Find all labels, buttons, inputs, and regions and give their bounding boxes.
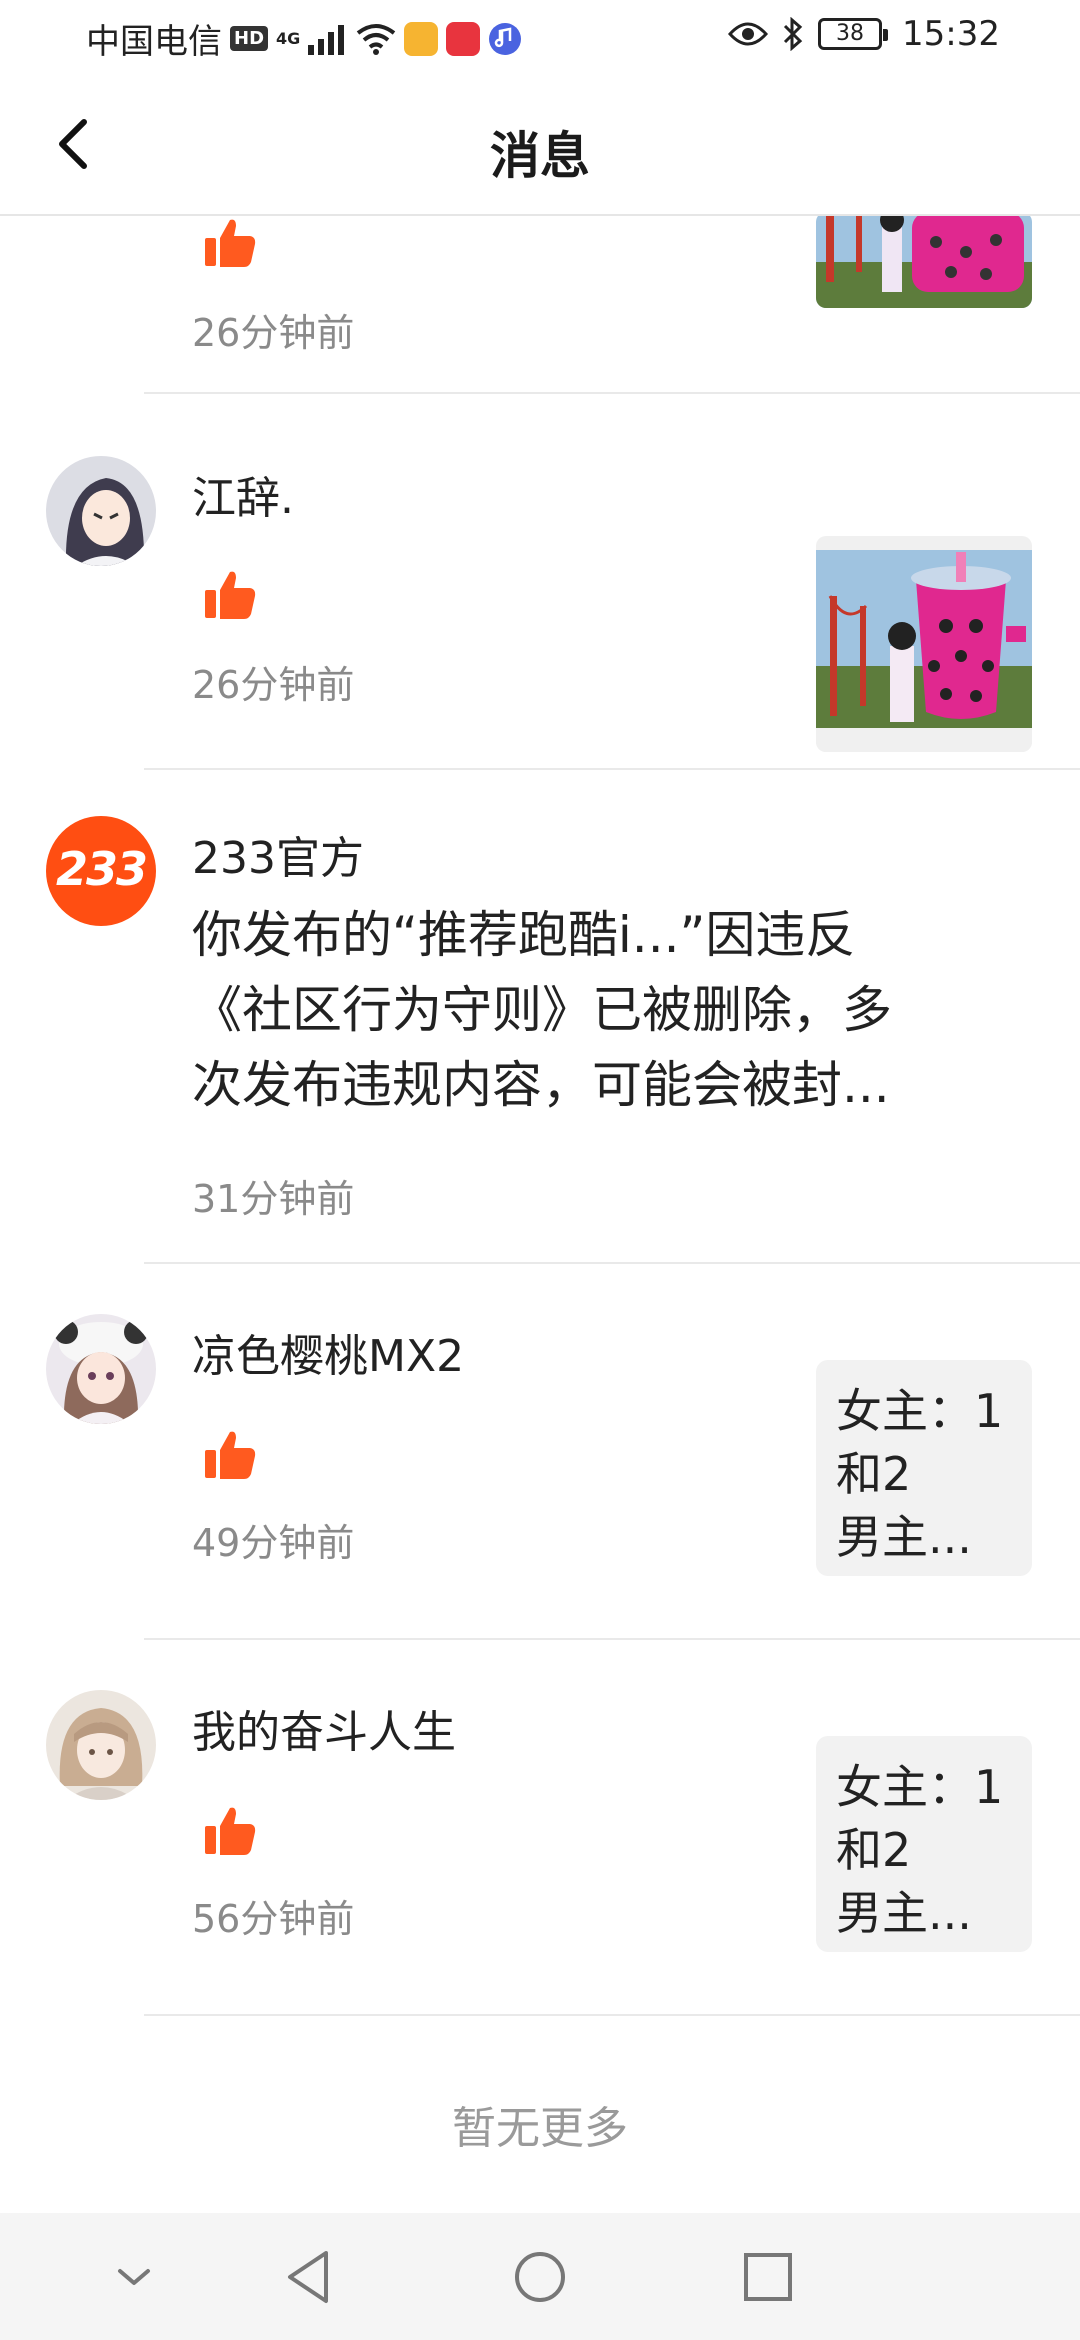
post-thumbnail[interactable] [816,536,1032,752]
avatar[interactable] [46,1690,156,1800]
page-title: 消息 [490,127,590,185]
app-icon-orange [404,21,439,56]
post-thumbnail[interactable] [816,216,1032,308]
sender-name: 233官方 [192,833,364,884]
status-left: 中国电信 HD 4G [86,14,522,63]
message-line: 次发布违规内容，可能会被封... [192,1056,890,1114]
post-preview-card[interactable]: 女主：1 和2 男主... [816,1736,1032,1952]
message-body: 你发布的“推荐跑酷i...”因违反 《社区行为守则》已被删除，多 次发布违规内容… [192,898,1022,1123]
list-item[interactable]: 233 233官方 你发布的“推荐跑酷i...”因违反 《社区行为守则》已被删除… [0,770,1080,1264]
no-more-label: 暂无更多 [452,2103,628,2154]
message-time: 49分钟前 [192,1521,355,1565]
divider [144,2014,1080,2016]
app-icon-huawei [446,21,481,56]
system-nav-bar [0,2213,1080,2340]
hd-badge: HD [230,26,269,51]
message-time: 56分钟前 [192,1897,355,1941]
post-preview-card[interactable]: 女主：1 和2 男主... [816,1360,1032,1576]
battery-icon: 38 [818,18,889,50]
signal-icon [308,24,345,55]
home-circle-icon[interactable] [506,2243,574,2311]
message-time: 26分钟前 [192,311,355,355]
official-avatar-text: 233 [55,842,148,896]
official-avatar[interactable]: 233 [46,816,156,926]
status-right: 38 15:32 [728,14,1000,54]
message-list[interactable]: 26分钟前 江辞. 26分钟前 233 233官方 你发布的“推荐跑酷i...”… [0,216,1080,2213]
thumbs-up-icon [205,1807,256,1855]
list-item[interactable]: 江辞. 26分钟前 [0,394,1080,770]
thumbs-up-icon [205,219,256,267]
card-line: 男主... [836,1886,972,1940]
sender-name: 江辞. [192,473,294,524]
list-item[interactable]: 凉色樱桃MX2 49分钟前 女主：1 和2 男主... [0,1264,1080,1640]
message-line: 你发布的“推荐跑酷i...”因违反 [192,906,856,964]
carrier-label: 中国电信 [86,22,222,62]
eye-icon [728,22,769,46]
status-bar: 中国电信 HD 4G 38 15:32 [0,0,1080,72]
card-line: 和2 [836,1823,912,1877]
wifi-icon [357,23,396,55]
collapse-icon[interactable] [100,2243,168,2311]
thumbs-up-icon [205,571,256,619]
bluetooth-icon [783,17,803,51]
list-item[interactable]: 我的奋斗人生 56分钟前 女主：1 和2 男主... [0,1640,1080,2016]
card-line: 和2 [836,1447,912,1501]
sender-name: 我的奋斗人生 [192,1707,456,1758]
message-time: 26分钟前 [192,663,355,707]
card-line: 女主：1 [836,1760,1004,1814]
message-line: 《社区行为守则》已被删除，多 [192,981,892,1039]
avatar[interactable] [46,1314,156,1424]
recents-square-icon[interactable] [734,2243,802,2311]
card-line: 男主... [836,1510,972,1564]
avatar[interactable] [46,456,156,566]
back-triangle-icon[interactable] [276,2243,344,2311]
card-line: 女主：1 [836,1384,1004,1438]
thumbs-up-icon [205,1431,256,1479]
music-icon [489,22,522,55]
sender-name: 凉色樱桃MX2 [192,1331,465,1382]
message-time: 31分钟前 [192,1177,355,1221]
list-item[interactable]: 26分钟前 [0,216,1080,394]
clock: 15:32 [902,14,1000,54]
top-bar: 消息 [0,72,1080,216]
network-label: 4G [276,28,301,48]
